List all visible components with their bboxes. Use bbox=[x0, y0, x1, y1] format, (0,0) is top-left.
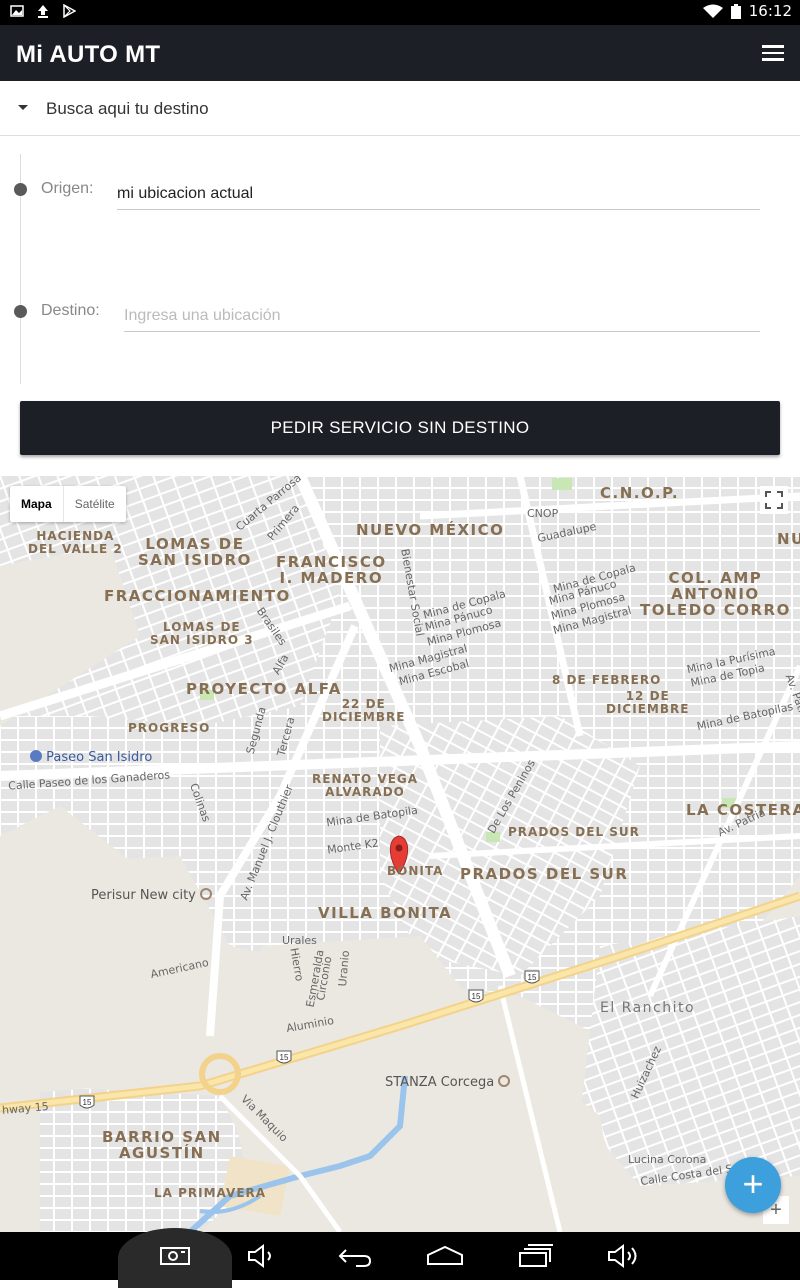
request-service-button[interactable]: PEDIR SERVICIO SIN DESTINO bbox=[20, 401, 780, 455]
route-shield-15: 15 bbox=[468, 989, 484, 1003]
map-label-22-de-diciembre: 22 DE DICIEMBRE bbox=[322, 697, 406, 724]
map-label-nu: NU bbox=[777, 530, 800, 548]
map-label-renato-vega: RENATO VEGA ALVARADO bbox=[312, 772, 419, 799]
map-street-label: Urales bbox=[282, 934, 317, 947]
map-label-hacienda-del-valle-2: HACIENDA DEL VALLE 2 bbox=[28, 529, 123, 556]
hamburger-menu-icon[interactable] bbox=[762, 45, 784, 61]
svg-text:15: 15 bbox=[83, 1098, 92, 1107]
volume-up-icon[interactable] bbox=[606, 1244, 646, 1268]
map-type-satellite-button[interactable]: Satélite bbox=[62, 486, 126, 522]
plus-icon[interactable]: + bbox=[725, 1157, 781, 1213]
map-label-12-de-diciembre: 12 DE DICIEMBRE bbox=[606, 689, 690, 716]
map-type-map-button[interactable]: Mapa bbox=[10, 486, 63, 522]
app-bar: Mi AUTO MT bbox=[0, 25, 800, 81]
route-shield-15: 15 bbox=[524, 970, 540, 984]
map-label-col-amp-antonio: COL. AMP ANTONIO TOLEDO CORRO bbox=[640, 569, 791, 619]
status-bar: 16:12 bbox=[0, 0, 800, 25]
poi-label: STANZA Corcega bbox=[385, 1075, 495, 1090]
map-label-progreso: PROGRESO bbox=[128, 721, 211, 735]
status-time: 16:12 bbox=[748, 2, 792, 20]
route-form: Origen: Destino: PEDIR SERVICIO SIN DEST… bbox=[0, 136, 800, 476]
battery-icon bbox=[730, 3, 741, 19]
search-toggle-label: Busca aqui tu destino bbox=[46, 99, 209, 118]
map-label-la-primavera: LA PRIMAVERA bbox=[154, 1186, 267, 1200]
origin-label: Origen: bbox=[41, 180, 94, 197]
map-street-label: CNOP bbox=[527, 507, 559, 520]
poi-label: Paseo San Isidro bbox=[46, 750, 153, 765]
play-store-icon bbox=[63, 4, 76, 18]
poi-dot-icon bbox=[498, 1075, 511, 1087]
map-label-el-ranchito: El Ranchito bbox=[600, 1000, 696, 1016]
destination-dot-icon bbox=[14, 305, 27, 318]
map-label-bonita: BONITA bbox=[387, 864, 444, 878]
screenshot-icon[interactable] bbox=[159, 1244, 191, 1268]
search-toggle[interactable]: Busca aqui tu destino bbox=[0, 81, 800, 136]
wifi-icon bbox=[702, 4, 723, 18]
map-label-lomas-de-san-isidro-3: LOMAS DE SAN ISIDRO 3 bbox=[150, 620, 254, 647]
map-label-lomas-de-san-isidro: LOMAS DE SAN ISIDRO bbox=[138, 535, 252, 569]
map-label-francisco-madero: FRANCISCO I. MADERO bbox=[276, 553, 387, 587]
upload-icon bbox=[38, 5, 48, 18]
home-icon[interactable] bbox=[425, 1244, 465, 1268]
route-shield-15: 15 bbox=[79, 1095, 95, 1109]
svg-text:15: 15 bbox=[472, 992, 481, 1001]
origin-input[interactable] bbox=[117, 185, 760, 210]
svg-text:15: 15 bbox=[280, 1053, 289, 1062]
fullscreen-icon[interactable] bbox=[760, 486, 788, 514]
back-icon[interactable] bbox=[336, 1244, 374, 1268]
map-label-villa-bonita: VILLA BONITA bbox=[318, 904, 453, 922]
volume-down-icon[interactable] bbox=[246, 1244, 280, 1268]
destination-input[interactable] bbox=[124, 307, 760, 332]
map-label-cnop: C.N.O.P. bbox=[600, 484, 680, 502]
image-icon bbox=[10, 5, 24, 17]
map-label-fraccionamiento: FRACCIONAMIENTO bbox=[104, 587, 291, 605]
destination-label: Destino: bbox=[41, 302, 100, 319]
map[interactable]: 15 15 15 15 C.N.O.P. NUEVO MÉXICO NU HAC… bbox=[0, 476, 800, 1232]
map-label-proyecto-alfa: PROYECTO ALFA bbox=[186, 680, 342, 698]
svg-text:15: 15 bbox=[528, 973, 537, 982]
map-label-nuevo-mexico: NUEVO MÉXICO bbox=[356, 521, 505, 539]
map-poi-perisur[interactable]: Perisur New city bbox=[91, 888, 212, 903]
app-title: Mi AUTO MT bbox=[16, 41, 161, 68]
recents-icon[interactable] bbox=[518, 1244, 554, 1268]
caret-down-icon bbox=[18, 105, 28, 110]
map-label-barrio-san-agustin: BARRIO SAN AGUSTÍN bbox=[102, 1128, 222, 1162]
map-poi-stanza[interactable]: STANZA Corcega bbox=[385, 1075, 511, 1090]
origin-dot-icon bbox=[14, 183, 27, 196]
map-label-8-de-febrero: 8 DE FEBRERO bbox=[552, 673, 662, 687]
map-street-label: Lucina Corona bbox=[628, 1153, 707, 1166]
poi-label: Perisur New city bbox=[91, 888, 196, 903]
map-label-prados-del-sur: PRADOS DEL SUR bbox=[460, 865, 629, 883]
map-type-control: Mapa Satélite bbox=[10, 486, 126, 522]
poi-dot-icon bbox=[200, 888, 212, 900]
map-poi-paseo-san-isidro[interactable]: Paseo San Isidro bbox=[30, 750, 152, 765]
system-nav-bar bbox=[0, 1228, 800, 1288]
route-shield-15: 15 bbox=[276, 1050, 292, 1064]
shopping-bag-icon bbox=[30, 750, 42, 762]
map-label-prados-del-sur-small: PRADOS DEL SUR bbox=[508, 825, 640, 839]
